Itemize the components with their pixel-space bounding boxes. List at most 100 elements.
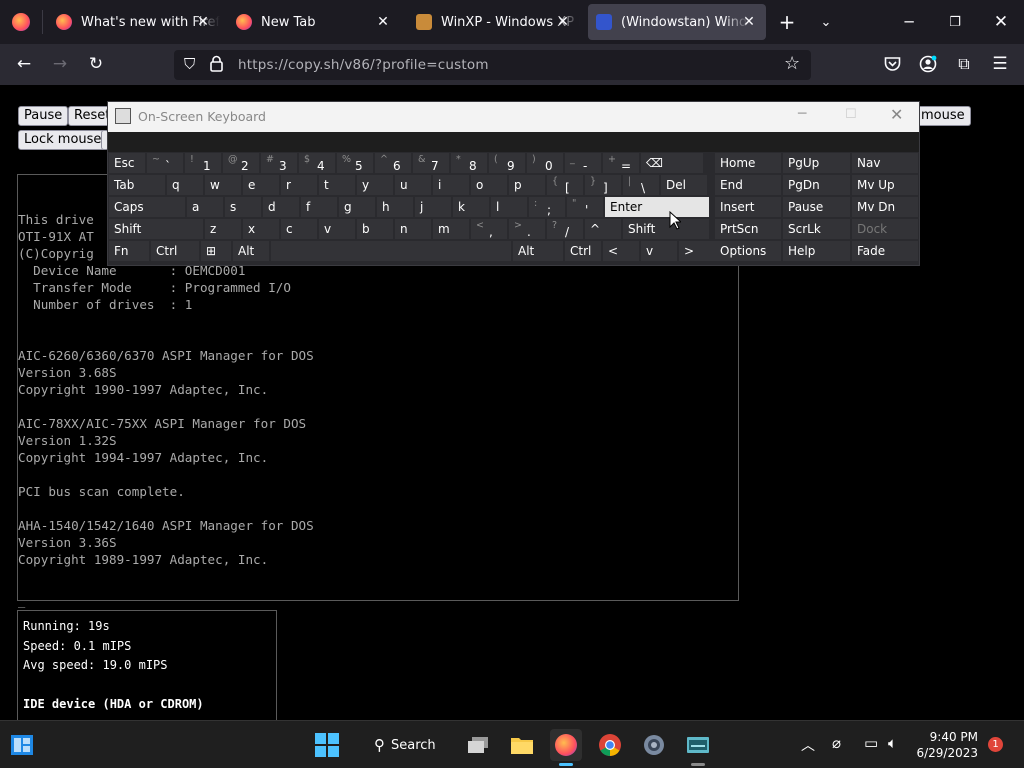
close-tab-icon[interactable]: ✕ <box>554 13 572 31</box>
browser-tab-active[interactable]: (Windowstan) Windows ✕ <box>588 4 766 40</box>
osk-key[interactable]: >. <box>509 219 545 239</box>
browser-tab[interactable]: New Tab ✕ <box>228 0 400 44</box>
osk-key[interactable]: u <box>395 175 431 195</box>
osk-key[interactable]: Shift <box>623 219 709 239</box>
osk-key[interactable]: g <box>339 197 375 217</box>
osk-key[interactable]: h <box>377 197 413 217</box>
osk-key[interactable]: :; <box>529 197 565 217</box>
osk-nav-key[interactable]: Dock <box>852 219 918 239</box>
url-text[interactable]: https://copy.sh/v86/?profile=custom <box>238 57 489 73</box>
osk-key[interactable]: k <box>453 197 489 217</box>
osk-key[interactable]: s <box>225 197 261 217</box>
osk-key[interactable] <box>271 241 511 261</box>
osk-key[interactable]: " ' <box>567 197 603 217</box>
osk-key[interactable]: Alt <box>513 241 563 261</box>
minimize-button[interactable]: ─ <box>886 0 932 44</box>
osk-key[interactable]: j <box>415 197 451 217</box>
osk-nav-key[interactable]: Nav <box>852 153 918 173</box>
mouse-button[interactable]: mouse <box>916 106 971 126</box>
osk-key[interactable]: l <box>491 197 527 217</box>
back-icon[interactable]: ← <box>12 52 36 76</box>
notification-badge[interactable]: 1 <box>988 737 1003 752</box>
osk-key[interactable]: ^ 6 <box>375 153 411 173</box>
osk-key[interactable]: a <box>187 197 223 217</box>
osk-key[interactable]: i <box>433 175 469 195</box>
file-explorer-icon[interactable] <box>506 729 538 761</box>
start-icon[interactable] <box>311 729 343 761</box>
osk-key[interactable]: Ctrl <box>151 241 199 261</box>
hamburger-menu-icon[interactable]: ☰ <box>988 52 1012 76</box>
osk-nav-key[interactable]: PgUp <box>783 153 850 173</box>
osk-key[interactable]: Del <box>661 175 707 195</box>
osk-key[interactable]: n <box>395 219 431 239</box>
osk-nav-key[interactable]: Insert <box>715 197 781 217</box>
osk-minimize-button[interactable]: ─ <box>798 106 806 122</box>
osk-key[interactable]: m <box>433 219 469 239</box>
close-tab-icon[interactable]: ✕ <box>740 13 758 31</box>
osk-key[interactable]: w <box>205 175 241 195</box>
osk-key[interactable]: & 7 <box>413 153 449 173</box>
bookmark-star-icon[interactable]: ☆ <box>784 53 800 74</box>
osk-taskbar-icon[interactable] <box>682 729 714 761</box>
osk-key[interactable]: q <box>167 175 203 195</box>
osk-key[interactable]: + = <box>603 153 639 173</box>
osk-key[interactable]: }] <box>585 175 621 195</box>
osk-key[interactable]: e <box>243 175 279 195</box>
osk-key[interactable]: Tab <box>109 175 165 195</box>
osk-nav-key[interactable]: Mv Up <box>852 175 918 195</box>
task-view-icon[interactable] <box>462 729 494 761</box>
osk-nav-key[interactable]: Mv Dn <box>852 197 918 217</box>
osk-key[interactable]: ~ ` <box>147 153 183 173</box>
search-box[interactable]: ⚲ Search <box>364 728 456 762</box>
osk-nav-key[interactable]: Help <box>783 241 850 261</box>
osk-key[interactable]: | \ <box>623 175 659 195</box>
osk-nav-key[interactable]: Options <box>715 241 781 261</box>
osk-key[interactable]: Enter <box>605 197 709 217</box>
list-all-tabs-icon[interactable]: ⌄ <box>803 0 849 44</box>
on-screen-keyboard-window[interactable]: On-Screen Keyboard ─ ☐ ✕ Esc ~ `! 1 @2 #3 $4% 5… <box>107 101 920 266</box>
osk-key[interactable]: ! 1 <box>185 153 221 173</box>
osk-key[interactable]: % 5 <box>337 153 373 173</box>
osk-nav-key[interactable]: End <box>715 175 781 195</box>
close-tab-icon[interactable]: ✕ <box>374 13 392 31</box>
osk-key[interactable]: Ctrl <box>565 241 601 261</box>
osk-key[interactable]: c <box>281 219 317 239</box>
osk-key[interactable]: d <box>263 197 299 217</box>
display-icon[interactable]: ▭ <box>864 734 878 752</box>
lock-icon[interactable] <box>210 55 223 72</box>
osk-key[interactable]: @2 <box>223 153 259 173</box>
osk-title-bar[interactable]: On-Screen Keyboard ─ ☐ ✕ <box>108 102 919 132</box>
osk-key[interactable]: b <box>357 219 393 239</box>
volume-icon[interactable]: 🔈︎ <box>888 734 897 752</box>
osk-key[interactable]: ? / <box>547 219 583 239</box>
osk-nav-key[interactable]: PrtScn <box>715 219 781 239</box>
osk-key[interactable]: z <box>205 219 241 239</box>
osk-key[interactable]: > <box>679 241 715 261</box>
firefox-taskbar-icon[interactable] <box>550 729 582 761</box>
lock-mouse-button[interactable]: Lock mouse <box>18 130 108 150</box>
osk-key[interactable]: Caps <box>109 197 185 217</box>
shield-icon[interactable]: ⛉ <box>184 55 195 73</box>
browser-tab[interactable]: WinXP - Windows XP in ✕ <box>408 0 580 44</box>
firefox-menu-icon[interactable] <box>12 13 30 31</box>
pocket-icon[interactable] <box>880 52 904 76</box>
url-bar[interactable]: ⛉ https://copy.sh/v86/?profile=custom ☆ <box>174 50 811 80</box>
clock[interactable]: 9:40 PM 6/29/2023 <box>912 729 978 761</box>
forward-icon[interactable]: → <box>48 52 72 76</box>
osk-key[interactable]: (9 <box>489 153 525 173</box>
osk-key[interactable]: ^ <box>585 219 621 239</box>
osk-key[interactable]: ⌫ <box>641 153 703 173</box>
extensions-icon[interactable]: ⧉ <box>952 52 976 76</box>
account-icon[interactable] <box>916 52 940 76</box>
osk-key[interactable]: o <box>471 175 507 195</box>
osk-key[interactable]: ⊞ <box>201 241 231 261</box>
osk-nav-key[interactable]: Pause <box>783 197 850 217</box>
osk-key[interactable]: x <box>243 219 279 239</box>
maximize-button[interactable]: ❐ <box>932 0 978 44</box>
osk-key[interactable]: Alt <box>233 241 269 261</box>
osk-key[interactable]: _ - <box>565 153 601 173</box>
osk-maximize-button[interactable]: ☐ <box>845 107 857 122</box>
settings-icon[interactable] <box>638 729 670 761</box>
osk-key[interactable]: < <box>603 241 639 261</box>
osk-key[interactable]: t <box>319 175 355 195</box>
